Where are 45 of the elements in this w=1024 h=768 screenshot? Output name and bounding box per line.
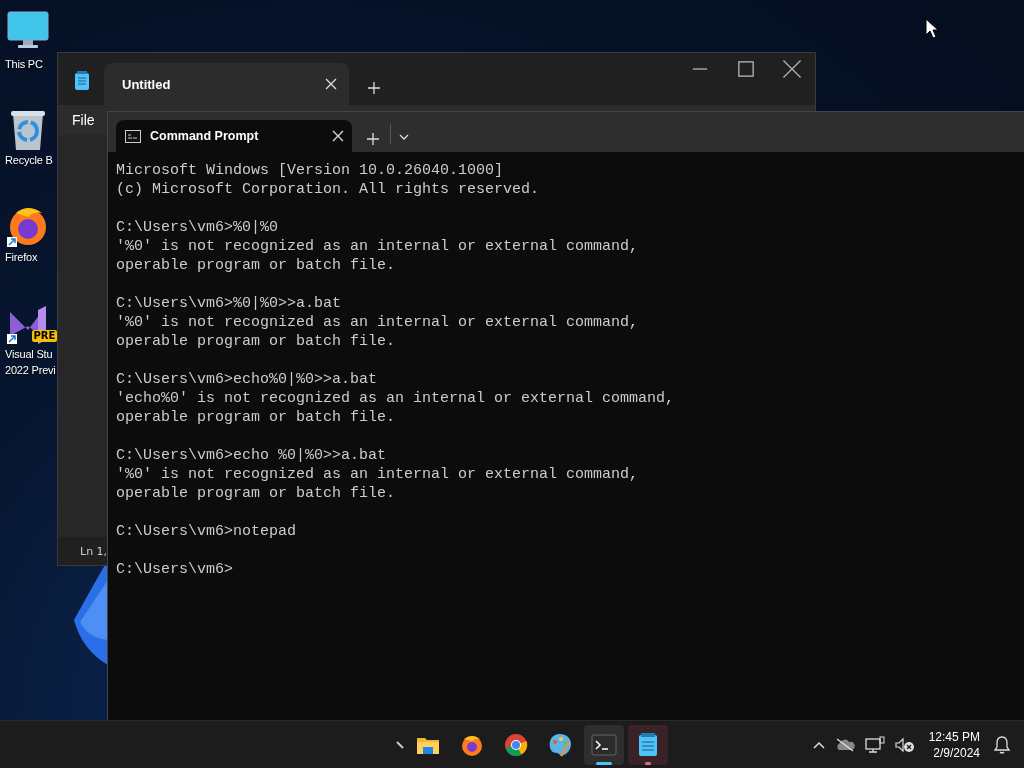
- terminal-icon: [591, 732, 617, 758]
- mouse-pointer-icon: [925, 18, 939, 40]
- console-line: C:\Users\vm6>echo %0|%0>>a.bat: [116, 446, 388, 465]
- plus-icon[interactable]: [367, 81, 381, 95]
- chevron-up-icon[interactable]: [812, 740, 825, 749]
- console-line: 'echo%0' is not recognized as an internal or external command,: [116, 389, 676, 408]
- notepad-icon: [74, 71, 90, 91]
- palette-icon: [547, 732, 573, 758]
- cursor-position: Ln 1,: [80, 544, 108, 558]
- console-line: Microsoft Windows [Version 10.0.26040.1000]: [116, 161, 505, 180]
- notification-bell-icon[interactable]: [994, 735, 1010, 754]
- chrome-icon: [503, 732, 529, 758]
- chevron-down-icon[interactable]: [399, 134, 409, 140]
- close-icon[interactable]: [325, 78, 337, 90]
- console-line: C:\Users\vm6>: [116, 560, 235, 579]
- icon-label: Visual Stu: [5, 347, 53, 362]
- plus-icon[interactable]: [366, 132, 380, 146]
- icon-label: Recycle B: [5, 153, 53, 168]
- icon-label: 2022 Previ: [5, 363, 56, 378]
- tab[interactable]: Command Prompt: [116, 120, 352, 152]
- clock[interactable]: 12:45 PM 2/9/2024: [928, 728, 980, 761]
- console-line: operable program or batch file.: [116, 332, 397, 351]
- console-line: C:\Users\vm6>%0|%0: [116, 218, 280, 237]
- console-line: operable program or batch file.: [116, 484, 397, 503]
- speaker-muted-icon[interactable]: [894, 736, 915, 753]
- tab[interactable]: Untitled: [104, 63, 349, 105]
- console-line: operable program or batch file.: [116, 256, 397, 275]
- taskbar-button[interactable]: [584, 725, 624, 765]
- icon-label: Firefox: [5, 250, 38, 265]
- console-line: '%0' is not recognized as an internal or external command,: [116, 237, 640, 256]
- cloud-off-icon[interactable]: [834, 737, 855, 752]
- console-line: C:\Users\vm6>notepad: [116, 522, 298, 541]
- icon-label: This PC: [5, 57, 43, 72]
- close-icon[interactable]: [332, 130, 344, 142]
- console-line: '%0' is not recognized as an internal or external command,: [116, 313, 640, 332]
- menu-item[interactable]: File: [72, 112, 95, 128]
- taskbar-button[interactable]: [628, 725, 668, 765]
- console-line: C:\Users\vm6>%0|%0>>a.bat: [116, 294, 343, 313]
- network-icon[interactable]: [864, 735, 885, 754]
- console-line: operable program or batch file.: [116, 408, 397, 427]
- console-line: C:\Users\vm6>echo%0|%0>>a.bat: [116, 370, 379, 389]
- console-line: '%0' is not recognized as an internal or external command,: [116, 465, 640, 484]
- command-prompt-icon: [125, 129, 141, 143]
- preview-label: PRE: [31, 330, 58, 342]
- console-line: (c) Microsoft Corporation. All rights reserved.: [116, 180, 541, 199]
